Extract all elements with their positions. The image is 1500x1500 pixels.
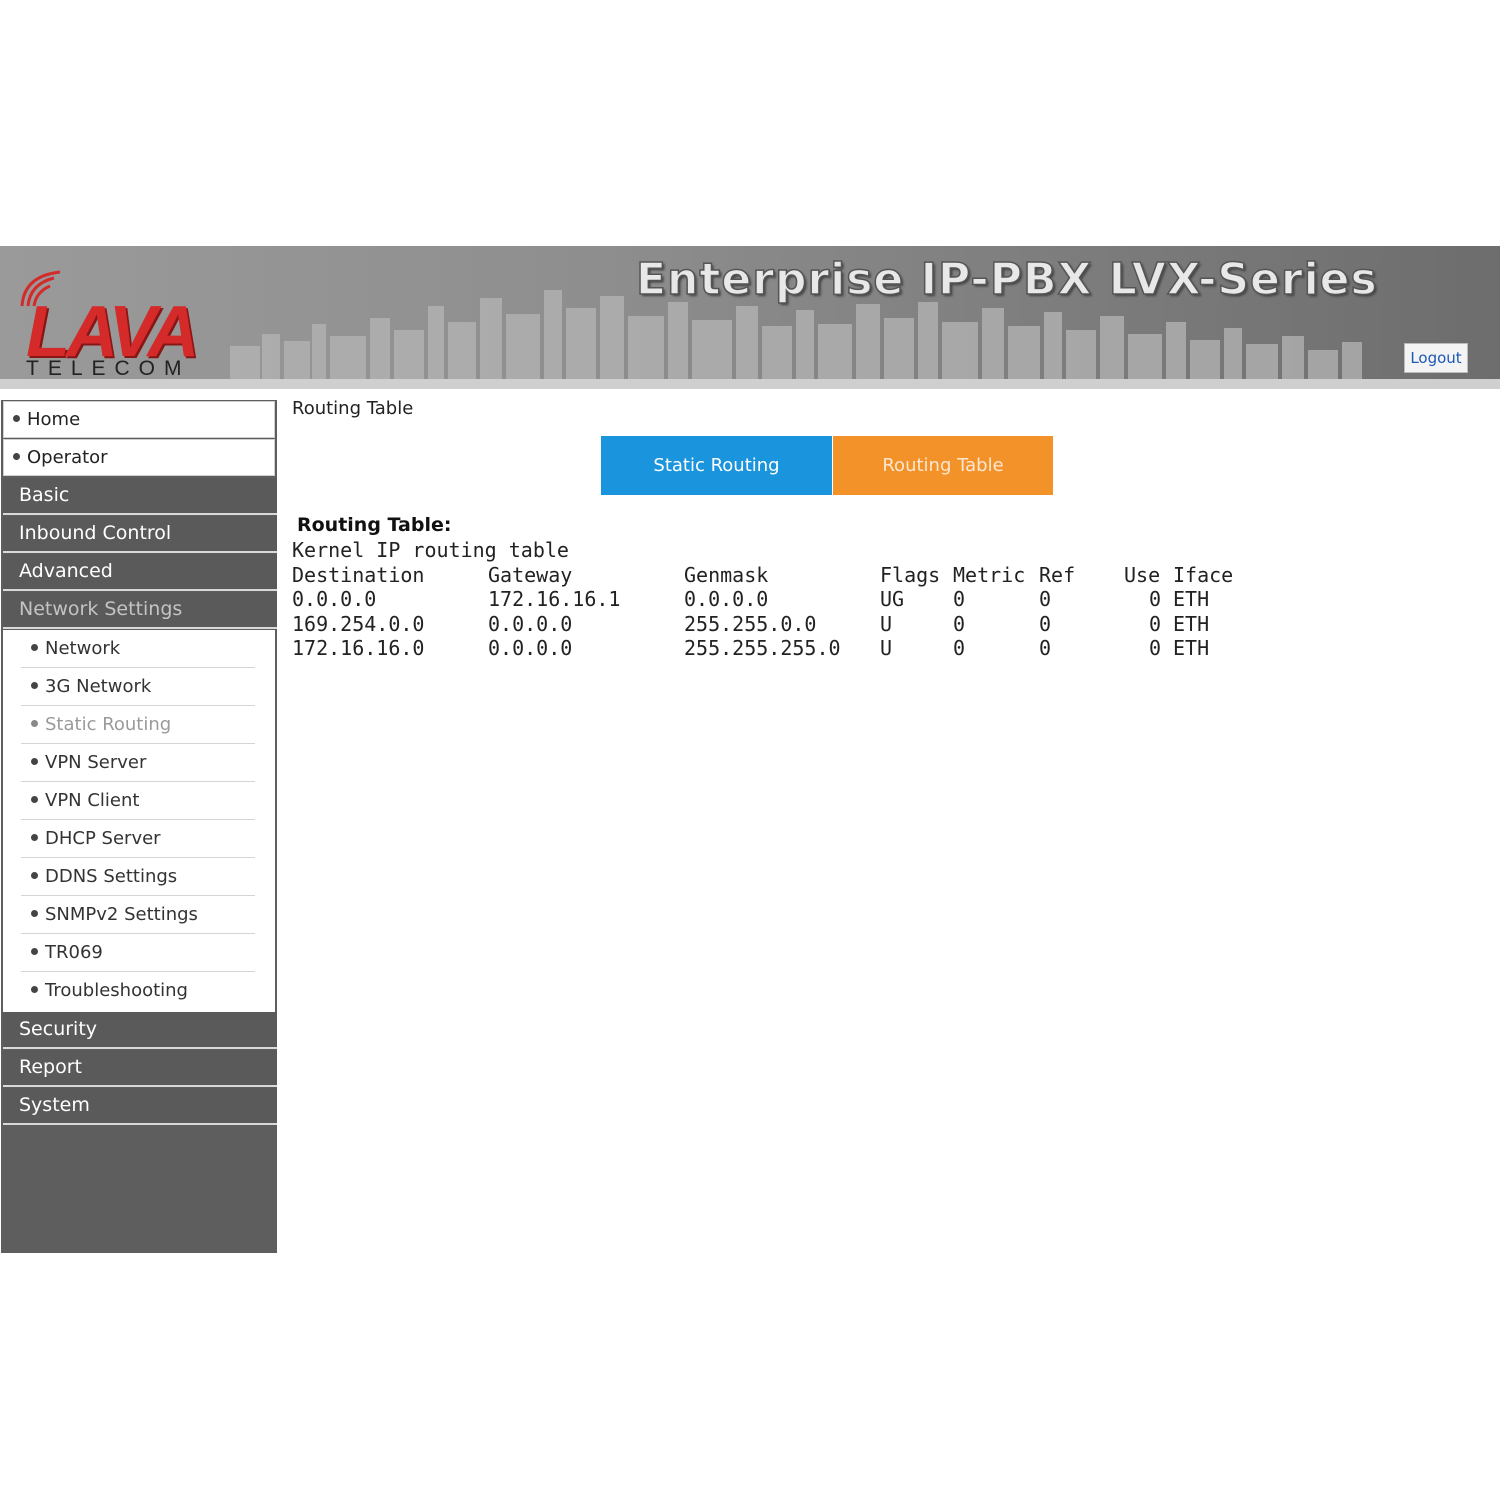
bullet-icon bbox=[13, 453, 20, 460]
section-heading: Routing Table: bbox=[297, 514, 452, 536]
sidebar-item-label: DDNS Settings bbox=[45, 866, 178, 887]
column-header-gateway: Gateway bbox=[488, 562, 573, 587]
column-header-genmask: Genmask bbox=[684, 562, 769, 587]
cell-metric: 0 bbox=[953, 611, 966, 636]
cell-ref: 0 bbox=[1039, 636, 1052, 660]
table-row: 169.254.0.0 0.0.0.0 255.255.0.0 U 0 0 0 ETH bbox=[292, 612, 1233, 637]
bullet-icon bbox=[31, 644, 38, 651]
sidebar-item-network[interactable]: Network bbox=[21, 630, 255, 668]
sidebar-category-report[interactable]: Report bbox=[3, 1050, 277, 1087]
logo-subtitle: TELECOM bbox=[26, 357, 191, 379]
cell-genmask: 0.0.0.0 bbox=[684, 587, 769, 611]
cell-destination: 0.0.0.0 bbox=[292, 587, 377, 611]
sidebar-item-operator[interactable]: Operator bbox=[3, 439, 275, 476]
cell-destination: 172.16.16.0 bbox=[292, 636, 425, 660]
sidebar-category-network-settings[interactable]: Network Settings bbox=[3, 592, 277, 629]
sidebar-item-vpn-server[interactable]: VPN Server bbox=[21, 744, 255, 782]
cell-flags: U bbox=[880, 611, 893, 636]
table-header-row: Destination Gateway Genmask Flags Metric Ref U… bbox=[292, 563, 1233, 588]
column-header-metric: Metric bbox=[953, 562, 1026, 587]
kernel-table-title: Kernel IP routing table bbox=[292, 538, 569, 562]
column-header-ref: Ref bbox=[1039, 562, 1076, 587]
column-header-flags: Flags bbox=[880, 562, 941, 587]
sidebar-item-label: Static Routing bbox=[45, 714, 172, 735]
cell-destination: 169.254.0.0 bbox=[292, 611, 425, 636]
cell-gateway: 172.16.16.1 bbox=[488, 587, 621, 611]
cell-use: 0 bbox=[1148, 611, 1161, 636]
sidebar-item-home[interactable]: Home bbox=[3, 401, 275, 438]
product-title: Enterprise IP-PBX LVX-Series bbox=[635, 253, 1378, 306]
cell-metric: 0 bbox=[953, 636, 966, 660]
tab-routing-table[interactable]: Routing Table bbox=[833, 436, 1053, 495]
sidebar-item-label: VPN Client bbox=[45, 790, 140, 811]
bullet-icon bbox=[31, 796, 38, 803]
network-settings-submenu: Network 3G Network Static Routing VPN Se… bbox=[3, 630, 275, 1012]
cell-flags: UG bbox=[880, 587, 905, 611]
logout-button[interactable]: Logout bbox=[1404, 343, 1468, 373]
bullet-icon bbox=[31, 986, 38, 993]
cell-iface: ETH bbox=[1173, 611, 1210, 636]
cell-ref: 0 bbox=[1039, 611, 1052, 636]
routing-table-output: Kernel IP routing table Destination Gatew… bbox=[292, 538, 1233, 661]
cell-use: 0 bbox=[1148, 587, 1161, 611]
sidebar-category-system[interactable]: System bbox=[3, 1088, 277, 1125]
sidebar-item-static-routing[interactable]: Static Routing bbox=[21, 706, 255, 744]
header-banner: LAVA TELECOM Enterprise IP-PBX LVX-Serie… bbox=[0, 246, 1500, 379]
cell-genmask: 255.255.255.0 bbox=[684, 636, 841, 660]
cell-iface: ETH bbox=[1173, 587, 1210, 611]
sidebar-item-label: VPN Server bbox=[45, 752, 147, 773]
bullet-icon bbox=[31, 872, 38, 879]
bullet-icon bbox=[31, 758, 38, 765]
cell-ref: 0 bbox=[1039, 587, 1052, 611]
bullet-icon bbox=[31, 682, 38, 689]
sidebar-item-ddns-settings[interactable]: DDNS Settings bbox=[21, 858, 255, 896]
bullet-icon bbox=[31, 910, 38, 917]
table-row: 0.0.0.0 172.16.16.1 0.0.0.0 UG 0 0 0 ETH bbox=[292, 587, 1233, 612]
cell-iface: ETH bbox=[1173, 636, 1210, 660]
bullet-icon bbox=[31, 720, 38, 727]
sidebar-item-snmpv2-settings[interactable]: SNMPv2 Settings bbox=[21, 896, 255, 934]
sidebar-item-vpn-client[interactable]: VPN Client bbox=[21, 782, 255, 820]
cell-metric: 0 bbox=[953, 587, 966, 611]
bullet-icon bbox=[31, 834, 38, 841]
sidebar-item-label: TR069 bbox=[45, 942, 103, 963]
tab-static-routing[interactable]: Static Routing bbox=[601, 436, 832, 495]
lava-telecom-logo: LAVA TELECOM bbox=[20, 270, 220, 379]
column-header-iface: Iface bbox=[1173, 562, 1234, 587]
sidebar-category-inbound-control[interactable]: Inbound Control bbox=[3, 516, 277, 553]
table-row: 172.16.16.0 0.0.0.0 255.255.255.0 U 0 0 0 ETH bbox=[292, 636, 1233, 661]
sidebar-item-label: Network bbox=[45, 638, 121, 659]
sidebar-item-3g-network[interactable]: 3G Network bbox=[21, 668, 255, 706]
cell-flags: U bbox=[880, 636, 893, 660]
cell-use: 0 bbox=[1148, 636, 1161, 660]
sidebar-item-label: Troubleshooting bbox=[45, 980, 188, 1001]
cell-gateway: 0.0.0.0 bbox=[488, 611, 573, 636]
column-header-use: Use bbox=[1124, 562, 1161, 587]
sidebar-category-advanced[interactable]: Advanced bbox=[3, 554, 277, 591]
sidebar-item-troubleshooting[interactable]: Troubleshooting bbox=[21, 972, 255, 1010]
bullet-icon bbox=[31, 948, 38, 955]
sidebar-item-label: SNMPv2 Settings bbox=[45, 904, 198, 925]
sidebar-item-label: Operator bbox=[27, 447, 108, 468]
sidebar-item-dhcp-server[interactable]: DHCP Server bbox=[21, 820, 255, 858]
header-divider bbox=[0, 379, 1500, 389]
column-header-destination: Destination bbox=[292, 562, 425, 587]
page-title: Routing Table bbox=[292, 398, 414, 419]
sidebar-item-label: Home bbox=[27, 409, 81, 430]
sidebar-category-basic[interactable]: Basic bbox=[3, 478, 277, 515]
bullet-icon bbox=[13, 415, 20, 422]
sidebar-item-label: 3G Network bbox=[45, 676, 152, 697]
sidebar-item-tr069[interactable]: TR069 bbox=[21, 934, 255, 972]
cell-genmask: 255.255.0.0 bbox=[684, 611, 817, 636]
sidebar-nav: Home Operator Basic Inbound Control Adva… bbox=[1, 400, 277, 1253]
cell-gateway: 0.0.0.0 bbox=[488, 636, 573, 660]
sidebar-item-label: DHCP Server bbox=[45, 828, 161, 849]
sidebar-category-security[interactable]: Security bbox=[3, 1012, 277, 1049]
